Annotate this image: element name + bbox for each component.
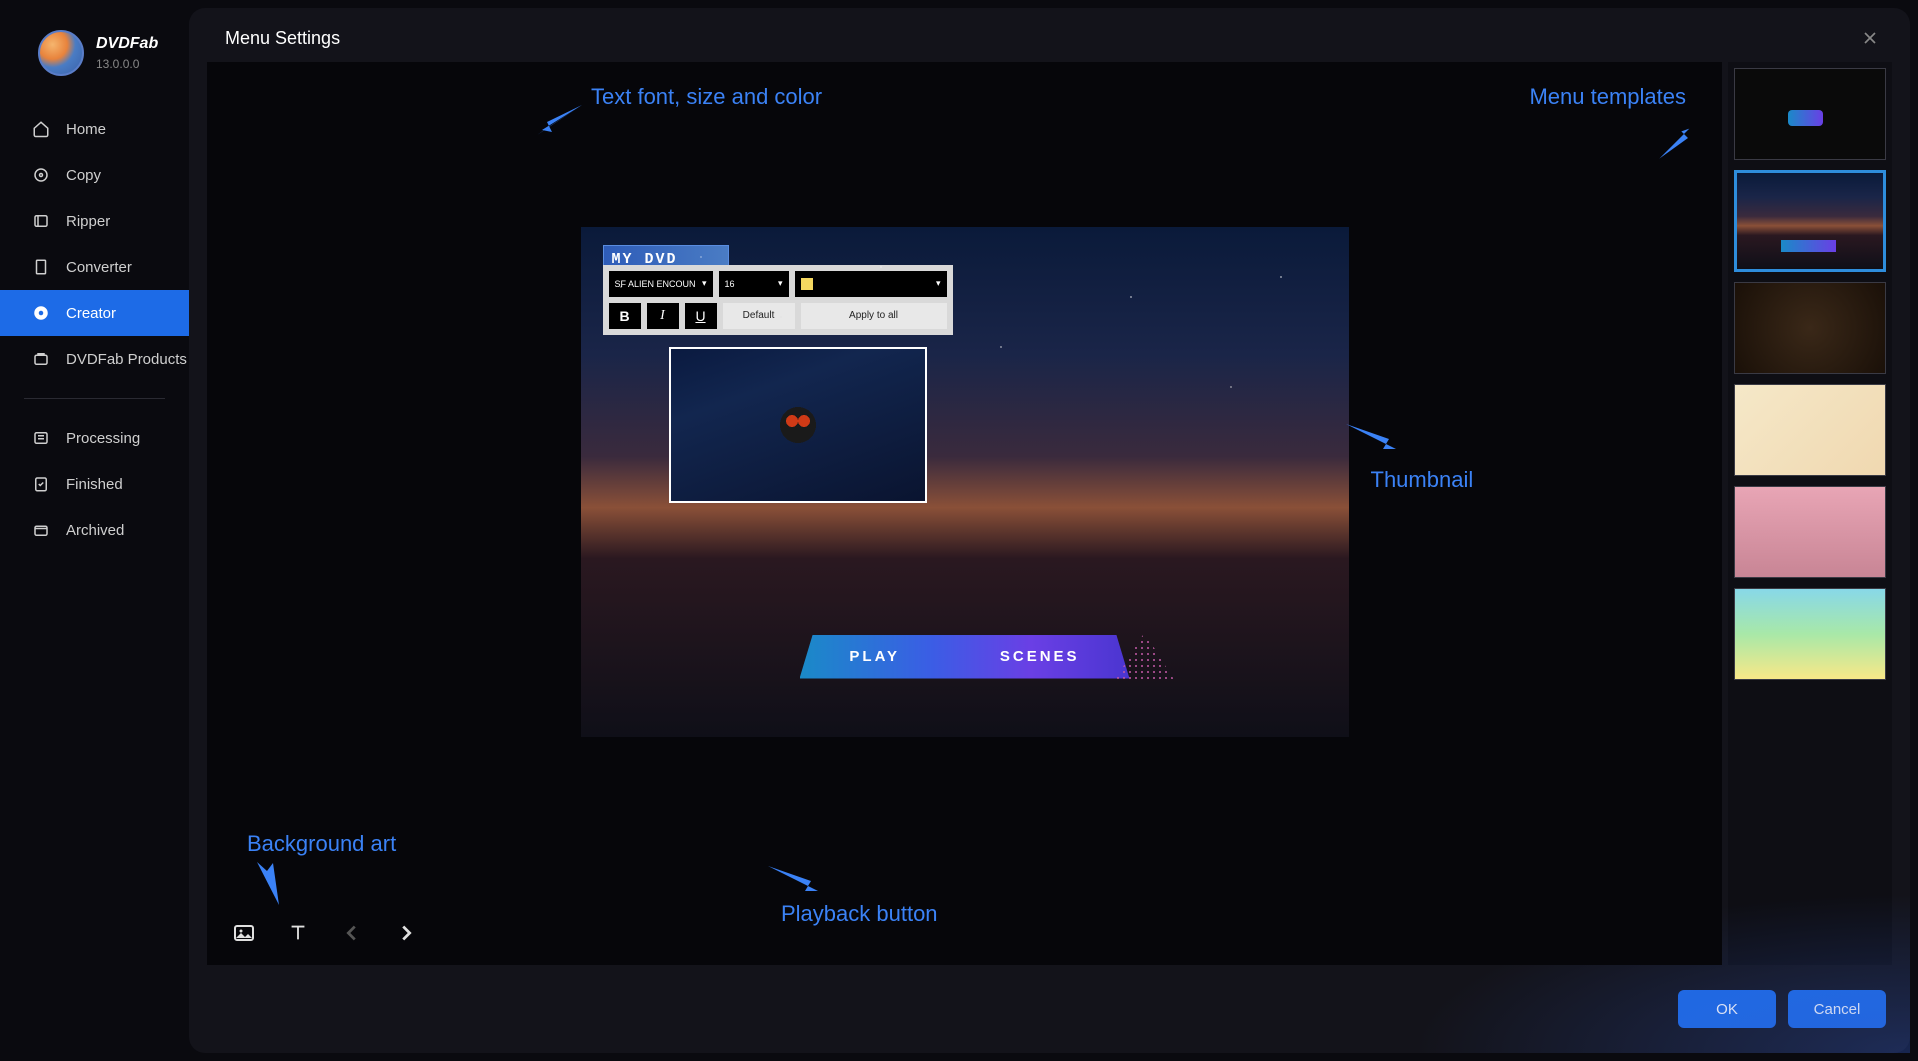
nav-list-bottom: Processing Finished Archived	[0, 415, 189, 553]
apply-to-all-button[interactable]: Apply to all	[801, 303, 947, 329]
nav-label: Processing	[66, 430, 140, 447]
prev-page-button[interactable]	[339, 920, 365, 946]
creator-icon	[32, 304, 50, 322]
products-icon	[32, 350, 50, 368]
dialog-header: Menu Settings	[189, 8, 1910, 62]
nav-archived[interactable]: Archived	[0, 507, 189, 553]
nav-converter[interactable]: Converter	[0, 244, 189, 290]
template-list	[1728, 62, 1892, 965]
nav-products[interactable]: DVDFab Products	[0, 336, 189, 382]
underline-icon: U	[695, 308, 705, 324]
preview-stage: MY DVD SF ALIEN ENCOUN ▾ 16 ▾	[207, 62, 1722, 901]
default-label: Default	[743, 310, 775, 321]
dialog-title: Menu Settings	[225, 28, 340, 49]
font-color-select[interactable]: ▾	[795, 271, 947, 297]
main-area: Menu Settings Text font, size and color …	[189, 0, 1918, 1061]
preview-panel: Text font, size and color Menu templates…	[207, 62, 1722, 965]
nav-ripper[interactable]: Ripper	[0, 198, 189, 244]
template-item-4[interactable]	[1734, 486, 1886, 578]
font-size-select[interactable]: 16 ▾	[719, 271, 789, 297]
chevron-down-icon: ▾	[702, 278, 707, 289]
nav-label: Converter	[66, 259, 132, 276]
playback-bar: PLAY SCENES	[800, 635, 1130, 679]
nav-creator[interactable]: Creator	[0, 290, 189, 336]
finished-icon	[32, 475, 50, 493]
nav-label: Copy	[66, 167, 101, 184]
apply-all-label: Apply to all	[849, 310, 898, 321]
bottom-controls	[207, 901, 1722, 965]
dvd-menu-canvas[interactable]: MY DVD SF ALIEN ENCOUN ▾ 16 ▾	[581, 227, 1349, 737]
nav-divider	[24, 398, 165, 399]
italic-button[interactable]: I	[647, 303, 679, 329]
next-page-button[interactable]	[393, 920, 419, 946]
dialog-footer: OK Cancel	[189, 965, 1910, 1053]
dots-decoration-icon	[1115, 633, 1175, 681]
annotation-thumbnail: Thumbnail	[1371, 467, 1474, 493]
text-toolbar: SF ALIEN ENCOUN ▾ 16 ▾ ▾	[603, 265, 953, 335]
image-icon	[232, 921, 256, 945]
template-item-2[interactable]	[1734, 282, 1886, 374]
chevron-down-icon: ▾	[778, 278, 783, 289]
nav-label: Creator	[66, 305, 116, 322]
menu-settings-dialog: Menu Settings Text font, size and color …	[189, 8, 1910, 1053]
archived-icon	[32, 521, 50, 539]
default-button[interactable]: Default	[723, 303, 795, 329]
ok-button[interactable]: OK	[1678, 990, 1776, 1028]
ripper-icon	[32, 212, 50, 230]
chevron-left-icon	[341, 922, 363, 944]
template-item-3[interactable]	[1734, 384, 1886, 476]
arrow-icon	[1341, 419, 1401, 459]
font-size-value: 16	[725, 279, 735, 289]
processing-icon	[32, 429, 50, 447]
cancel-button[interactable]: Cancel	[1788, 990, 1886, 1028]
video-thumbnail[interactable]	[669, 347, 927, 503]
dialog-body: Text font, size and color Menu templates…	[189, 62, 1910, 965]
scenes-button[interactable]: SCENES	[1000, 648, 1080, 665]
text-tool-button[interactable]	[285, 920, 311, 946]
cancel-label: Cancel	[1814, 1001, 1861, 1018]
close-icon	[1860, 28, 1880, 48]
font-family-select[interactable]: SF ALIEN ENCOUN ▾	[609, 271, 713, 297]
play-button[interactable]: PLAY	[849, 648, 900, 665]
nav-home[interactable]: Home	[0, 106, 189, 152]
template-item-1[interactable]	[1734, 170, 1886, 272]
copy-icon	[32, 166, 50, 184]
logo-area: DVDFab 13.0.0.0	[0, 30, 189, 106]
close-button[interactable]	[1858, 26, 1882, 50]
nav-label: Finished	[66, 476, 123, 493]
annotation-playback-button: Playback button	[781, 901, 938, 927]
underline-button[interactable]: U	[685, 303, 717, 329]
nav-label: Ripper	[66, 213, 110, 230]
dvd-title-box[interactable]: MY DVD	[603, 245, 729, 273]
nav-label: Home	[66, 121, 106, 138]
italic-icon: I	[660, 308, 665, 324]
nav-copy[interactable]: Copy	[0, 152, 189, 198]
bold-button[interactable]: B	[609, 303, 641, 329]
nav-finished[interactable]: Finished	[0, 461, 189, 507]
home-icon	[32, 120, 50, 138]
font-family-value: SF ALIEN ENCOUN	[615, 279, 696, 289]
chevron-right-icon	[395, 922, 417, 944]
dvd-title-text: MY DVD	[612, 251, 678, 268]
app-name: DVDFab	[96, 35, 158, 53]
template-item-0[interactable]	[1734, 68, 1886, 160]
nav-label: Archived	[66, 522, 124, 539]
bold-icon: B	[619, 308, 629, 324]
converter-icon	[32, 258, 50, 276]
ok-label: OK	[1716, 1001, 1738, 1018]
color-swatch-icon	[801, 278, 813, 290]
nav-list-top: Home Copy Ripper Converter Creator	[0, 106, 189, 382]
text-icon	[287, 922, 309, 944]
app-avatar-icon	[38, 30, 84, 76]
nav-processing[interactable]: Processing	[0, 415, 189, 461]
nav-label: DVDFab Products	[66, 351, 187, 368]
background-image-button[interactable]	[231, 920, 257, 946]
sidebar: DVDFab 13.0.0.0 Home Copy Ripper	[0, 0, 189, 1061]
chevron-down-icon: ▾	[936, 278, 941, 289]
app-version: 13.0.0.0	[96, 57, 158, 71]
canvas-wrap: MY DVD SF ALIEN ENCOUN ▾ 16 ▾	[581, 227, 1349, 737]
template-item-5[interactable]	[1734, 588, 1886, 680]
